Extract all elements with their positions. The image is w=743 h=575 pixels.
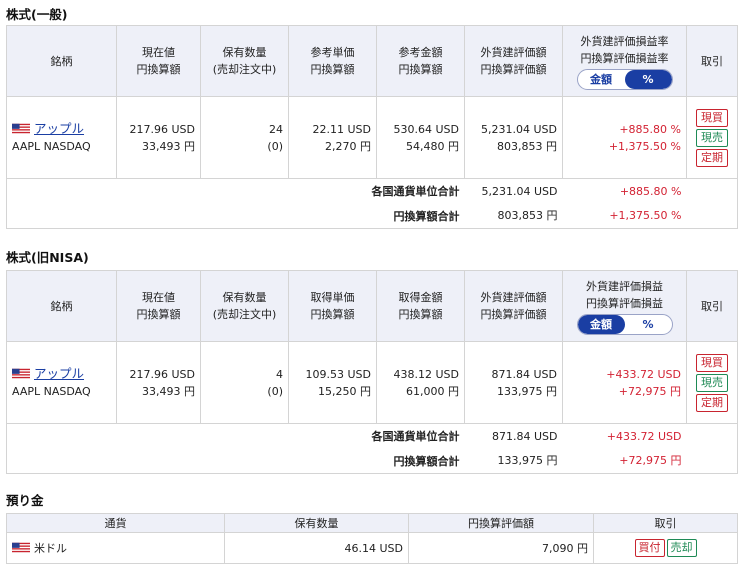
header-name: 銘柄 (6, 270, 117, 342)
qty-cell: 4 (0) (200, 341, 289, 424)
stock-name-cell: アップル AAPL NASDAQ (6, 96, 117, 179)
ticker: AAPL NASDAQ (12, 385, 91, 398)
toggle-percent[interactable]: % (624, 69, 672, 89)
us-flag-icon (12, 542, 30, 552)
deposit-eval: 7,090 円 (408, 532, 594, 564)
header-trade: 取引 (686, 25, 738, 97)
sum-label-jpy: 円換算額合計 (6, 448, 465, 474)
header-pl: 外貨建評価損益 円換算評価損益 金額 % (562, 270, 687, 342)
header-qty: 保有数量 (224, 513, 409, 533)
header-trade: 取引 (593, 513, 738, 533)
stock-link[interactable]: アップル (34, 121, 84, 136)
header-qty: 保有数量 (売却注文中) (200, 25, 289, 97)
sum-pl-currency: +885.80 % (619, 184, 682, 198)
table-row: 米ドル 46.14 USD 7,090 円 買付 売却 (6, 532, 738, 564)
sum-eval-jpy: 133,975 円 (464, 448, 563, 474)
spot-buy-button[interactable]: 現買 (696, 353, 728, 372)
sum-eval-currency: 5,231.04 USD (481, 184, 558, 198)
deposit-qty: 46.14 USD (224, 532, 409, 564)
header-trade: 取引 (686, 270, 738, 342)
table-row: アップル AAPL NASDAQ 217.96 USD 33,493 円 4 (0)… (6, 341, 738, 424)
amount-cell: 438.12 USD 61,000 円 (376, 341, 465, 424)
amount-cell: 530.64 USD 54,480 円 (376, 96, 465, 179)
currency-name: 米ドル (34, 541, 67, 555)
stock-name-cell: アップル AAPL NASDAQ (6, 341, 117, 424)
sum-label-currency: 各国通貨単位合計 (6, 423, 465, 449)
fx-buy-button[interactable]: 買付 (634, 539, 665, 557)
header-unit: 取得単価 円換算額 (288, 270, 377, 342)
trade-cell: 現買 現売 定期 (686, 96, 738, 179)
price-cell: 217.96 USD 33,493 円 (116, 341, 201, 424)
deposit-trade-cell: 買付 売却 (593, 532, 738, 564)
header-name: 銘柄 (6, 25, 117, 97)
sum-pl-jpy: +72,975 円 (562, 448, 687, 474)
fx-sell-button[interactable]: 売却 (666, 539, 697, 557)
qty-cell: 24 (0) (200, 96, 289, 179)
ticker: AAPL NASDAQ (12, 140, 91, 153)
periodic-buy-button[interactable]: 定期 (696, 393, 728, 412)
toggle-amount[interactable]: 金額 (578, 70, 625, 89)
spot-sell-button[interactable]: 現売 (696, 128, 728, 147)
section-title-general: 株式(一般) (6, 7, 68, 22)
header-price: 現在値 円換算額 (116, 270, 201, 342)
price-cell: 217.96 USD 33,493 円 (116, 96, 201, 179)
header-eval: 円換算評価額 (408, 513, 594, 533)
pl-cell: +433.72 USD +72,975 円 (562, 341, 687, 424)
toggle-amount[interactable]: 金額 (577, 314, 625, 334)
header-amount: 参考金額 円換算額 (376, 25, 465, 97)
header-price: 現在値 円換算額 (116, 25, 201, 97)
deposits-table: 通貨 保有数量 円換算評価額 取引 米ドル 46.14 USD 7,090 円 … (6, 513, 738, 564)
unit-cell: 22.11 USD 2,270 円 (288, 96, 377, 179)
header-eval: 外貨建評価額 円換算評価額 (464, 270, 563, 342)
currency-cell: 米ドル (6, 532, 225, 564)
trade-cell: 現買 現売 定期 (686, 341, 738, 424)
unit-cell: 109.53 USD 15,250 円 (288, 341, 377, 424)
table-row: アップル AAPL NASDAQ 217.96 USD 33,493 円 24 (0… (6, 96, 738, 179)
header-pl: 外貨建評価損益率 円換算評価損益率 金額 % (562, 25, 687, 97)
toggle-percent[interactable]: % (625, 315, 672, 334)
holdings-table-general: 銘柄 現在値 円換算額 保有数量 (売却注文中) 参考単価 円換算額 参考金額 円換算額… (6, 25, 738, 229)
us-flag-icon (12, 123, 30, 134)
spot-sell-button[interactable]: 現売 (696, 373, 728, 392)
header-eval: 外貨建評価額 円換算評価額 (464, 25, 563, 97)
section-title-deposits: 預り金 (6, 493, 44, 508)
amount-percent-toggle[interactable]: 金額 % (576, 313, 673, 335)
sum-eval-jpy: 803,853 円 (464, 203, 563, 229)
eval-cell: 5,231.04 USD 803,853 円 (464, 96, 563, 179)
sum-pl-jpy: +1,375.50 % (562, 203, 687, 229)
header-unit: 参考単価 円換算額 (288, 25, 377, 97)
holdings-table-old-nisa: 銘柄 現在値 円換算額 保有数量 (売却注文中) 取得単価 円換算額 取得金額 円換算額… (6, 270, 738, 474)
section-title-old-nisa: 株式(旧NISA) (6, 250, 89, 265)
amount-percent-toggle[interactable]: 金額 % (576, 68, 673, 90)
sum-label-jpy: 円換算額合計 (6, 203, 465, 229)
eval-cell: 871.84 USD 133,975 円 (464, 341, 563, 424)
us-flag-icon (12, 368, 30, 379)
header-qty: 保有数量 (売却注文中) (200, 270, 289, 342)
pl-cell: +885.80 % +1,375.50 % (562, 96, 687, 179)
sum-label-currency: 各国通貨単位合計 (6, 178, 465, 204)
header-amount: 取得金額 円換算額 (376, 270, 465, 342)
periodic-buy-button[interactable]: 定期 (696, 148, 728, 167)
sum-eval-currency: 871.84 USD (492, 429, 558, 443)
stock-link[interactable]: アップル (34, 366, 84, 381)
spot-buy-button[interactable]: 現買 (696, 108, 728, 127)
header-currency: 通貨 (6, 513, 225, 533)
sum-pl-currency: +433.72 USD (606, 429, 682, 443)
